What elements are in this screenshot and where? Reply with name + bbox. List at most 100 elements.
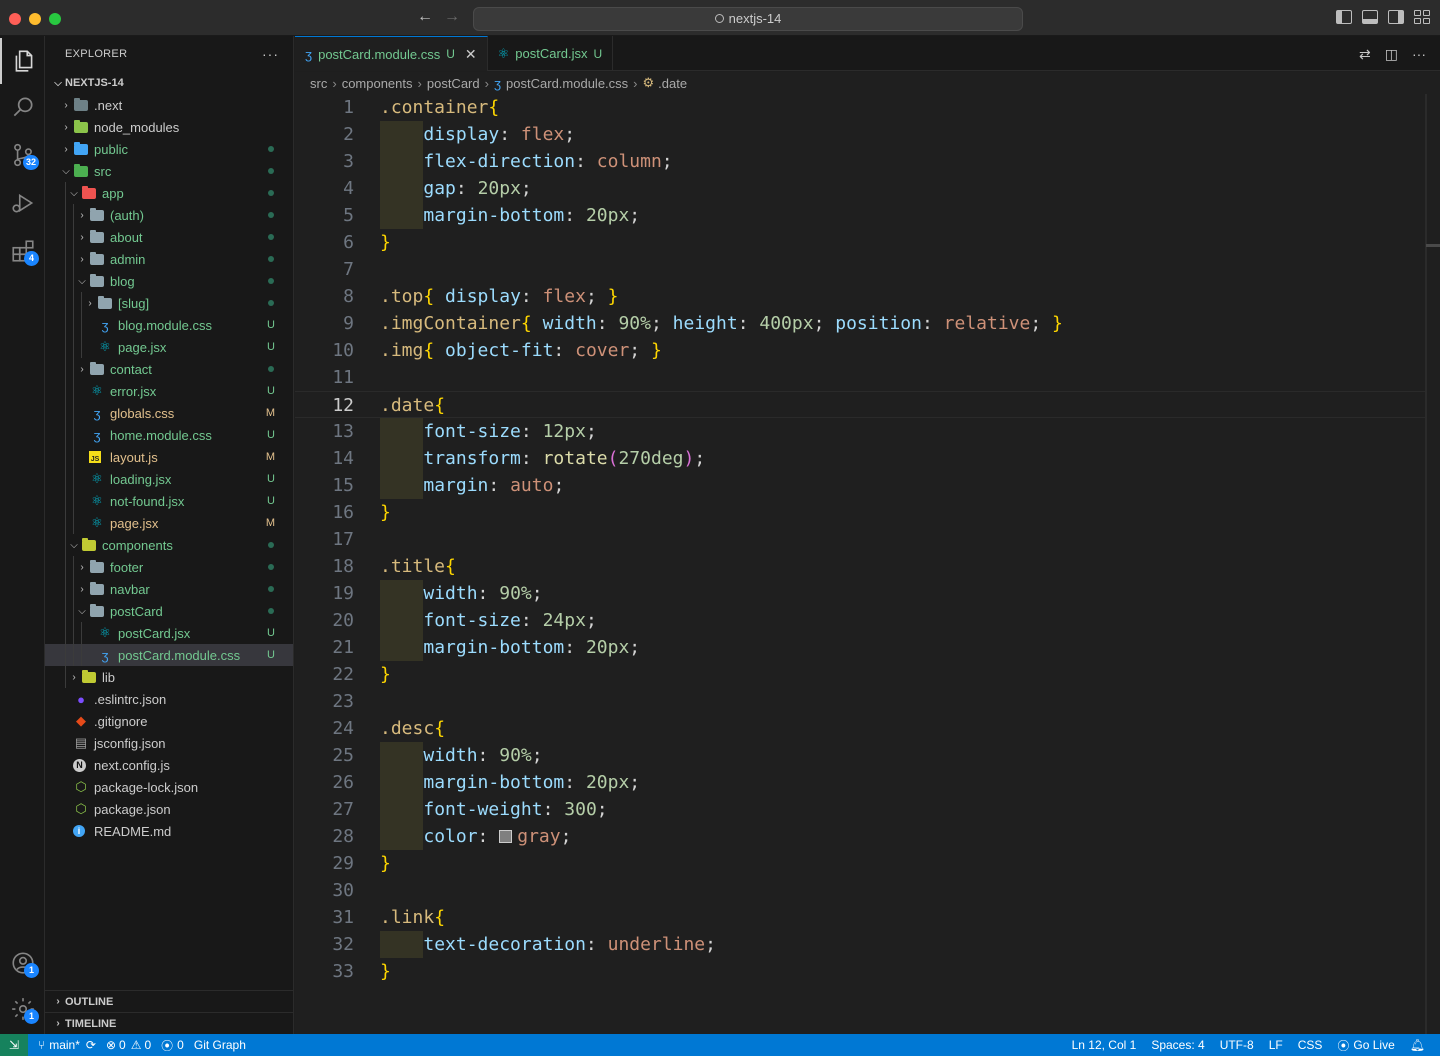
file-item[interactable]: ʒ postCard.module.css U [45,644,293,666]
folder-item[interactable]: › navbar [45,578,293,600]
code-line[interactable]: 25 width: 90%; [295,742,1425,769]
end-of-line[interactable]: LF [1269,1038,1283,1052]
code-line[interactable]: 24 .desc{ [295,715,1425,742]
file-item[interactable]: ⚛ error.jsx U [45,380,293,402]
sync-icon[interactable]: ⟳ [86,1038,96,1052]
source-control-activity[interactable]: 32 [0,132,45,178]
file-item[interactable]: ⚛ loading.jsx U [45,468,293,490]
back-arrow-icon[interactable]: ← [417,8,433,26]
code-line[interactable]: 11 [295,364,1425,391]
code-line[interactable]: 19 width: 90%; [295,580,1425,607]
folder-item[interactable]: ⌵ src [45,160,293,182]
close-icon[interactable]: ✕ [465,46,477,63]
split-editor-icon[interactable]: ◫ [1385,46,1398,63]
code-line[interactable]: 9 .imgContainer{ width: 90%; height: 400p… [295,310,1425,337]
close-window-button[interactable] [9,13,21,25]
run-debug-activity[interactable] [0,180,45,226]
breadcrumb-item[interactable]: postCard [427,76,480,91]
folder-item[interactable]: ⌵ components [45,534,293,556]
file-item[interactable]: ⚛ page.jsx M [45,512,293,534]
folder-item[interactable]: › [slug] [45,292,293,314]
remote-indicator[interactable]: ⇲ [0,1034,28,1056]
code-line[interactable]: 4 gap: 20px; [295,175,1425,202]
bell-icon[interactable]: 🔔︎ [1410,1038,1425,1052]
toggle-panel-icon[interactable] [1362,10,1378,24]
code-line[interactable]: 16} [295,499,1425,526]
code-line[interactable]: 32 text-decoration: underline; [295,931,1425,958]
file-item[interactable]: ⚛ page.jsx U [45,336,293,358]
file-item[interactable]: ʒ blog.module.css U [45,314,293,336]
toggle-secondary-sidebar-icon[interactable] [1388,10,1404,24]
maximize-window-button[interactable] [49,13,61,25]
folder-item[interactable]: › admin [45,248,293,270]
more-actions-icon[interactable]: ··· [262,46,279,62]
file-item[interactable]: Nnext.config.js [45,754,293,776]
file-item[interactable]: i README.md [45,820,293,842]
code-line[interactable]: 21 margin-bottom: 20px; [295,634,1425,661]
file-item[interactable]: ◆ .gitignore [45,710,293,732]
language-mode[interactable]: CSS [1298,1038,1323,1052]
file-item[interactable]: ▤ jsconfig.json [45,732,293,754]
breadcrumb-item[interactable]: src [310,76,327,91]
code-line[interactable]: 6} [295,229,1425,256]
go-live-button[interactable]: ⦿ Go Live [1337,1037,1394,1054]
open-changes-icon[interactable]: ⇄ [1359,46,1371,63]
search-activity[interactable] [0,84,45,130]
code-line[interactable]: 27 font-weight: 300; [295,796,1425,823]
command-center-search[interactable]: nextjs-14 [473,7,1023,31]
ports-indicator[interactable]: ⦿ 0 [161,1037,184,1054]
cursor-position[interactable]: Ln 12, Col 1 [1072,1038,1137,1052]
encoding[interactable]: UTF-8 [1220,1038,1254,1052]
code-line[interactable]: 22} [295,661,1425,688]
workspace-root[interactable]: ⌵ NEXTJS-14 [45,72,293,94]
code-line[interactable]: 8 .top{ display: flex; } [295,283,1425,310]
code-line[interactable]: 14 transform: rotate(270deg); [295,445,1425,472]
file-item[interactable]: JS layout.js M [45,446,293,468]
code-line[interactable]: 3 flex-direction: column; [295,148,1425,175]
timeline-section[interactable]: › TIMELINE [45,1012,294,1034]
code-line[interactable]: 28 color: gray; [295,823,1425,850]
customize-layout-icon[interactable] [1414,10,1430,24]
code-line[interactable]: 12 .date{ [295,391,1425,418]
file-item[interactable]: ⚛ not-found.jsx U [45,490,293,512]
folder-item[interactable]: › .next [45,94,293,116]
code-line[interactable]: 26 margin-bottom: 20px; [295,769,1425,796]
extensions-activity[interactable]: 4 [0,228,45,274]
code-line[interactable]: 2 display: flex; [295,121,1425,148]
git-graph-button[interactable]: Git Graph [194,1038,246,1052]
code-line[interactable]: 29} [295,850,1425,877]
code-line[interactable]: 5 margin-bottom: 20px; [295,202,1425,229]
tab-postcard-jsx[interactable]: ⚛ postCard.jsx U [488,36,614,71]
indentation[interactable]: Spaces: 4 [1151,1038,1204,1052]
folder-item[interactable]: › lib [45,666,293,688]
tab-postcard-module-css[interactable]: ʒ postCard.module.css U ✕ [295,36,488,71]
folder-item[interactable]: › node_modules [45,116,293,138]
folder-item[interactable]: › (auth) [45,204,293,226]
toggle-primary-sidebar-icon[interactable] [1336,10,1352,24]
file-item[interactable]: ● .eslintrc.json [45,688,293,710]
breadcrumb-item[interactable]: .date [658,76,687,91]
file-item[interactable]: ⬡ package.json [45,798,293,820]
minimize-window-button[interactable] [29,13,41,25]
code-line[interactable]: 18 .title{ [295,553,1425,580]
problems-indicator[interactable]: ⊗ 0 ⚠ 0 [106,1038,151,1052]
file-item[interactable]: ʒ home.module.css U [45,424,293,446]
more-actions-icon[interactable]: ··· [1412,46,1426,63]
forward-arrow-icon[interactable]: → [444,8,460,26]
manage-activity[interactable]: 1 [0,986,45,1032]
code-line[interactable]: 1 .container{ [295,94,1425,121]
code-line[interactable]: 31 .link{ [295,904,1425,931]
folder-item[interactable]: ⌵ postCard [45,600,293,622]
folder-item[interactable]: › contact [45,358,293,380]
code-line[interactable]: 30 [295,877,1425,904]
file-item[interactable]: ⬡ package-lock.json [45,776,293,798]
code-editor[interactable]: 1 .container{2 display: flex; 3 flex-direc… [295,94,1440,1034]
code-line[interactable]: 13 font-size: 12px; [295,418,1425,445]
code-line[interactable]: 15 margin: auto; [295,472,1425,499]
file-item[interactable]: ʒ globals.css M [45,402,293,424]
code-line[interactable]: 23 [295,688,1425,715]
code-line[interactable]: 20 font-size: 24px; [295,607,1425,634]
folder-item[interactable]: ⌵ blog [45,270,293,292]
code-line[interactable]: 17 [295,526,1425,553]
outline-section[interactable]: › OUTLINE [45,990,294,1012]
